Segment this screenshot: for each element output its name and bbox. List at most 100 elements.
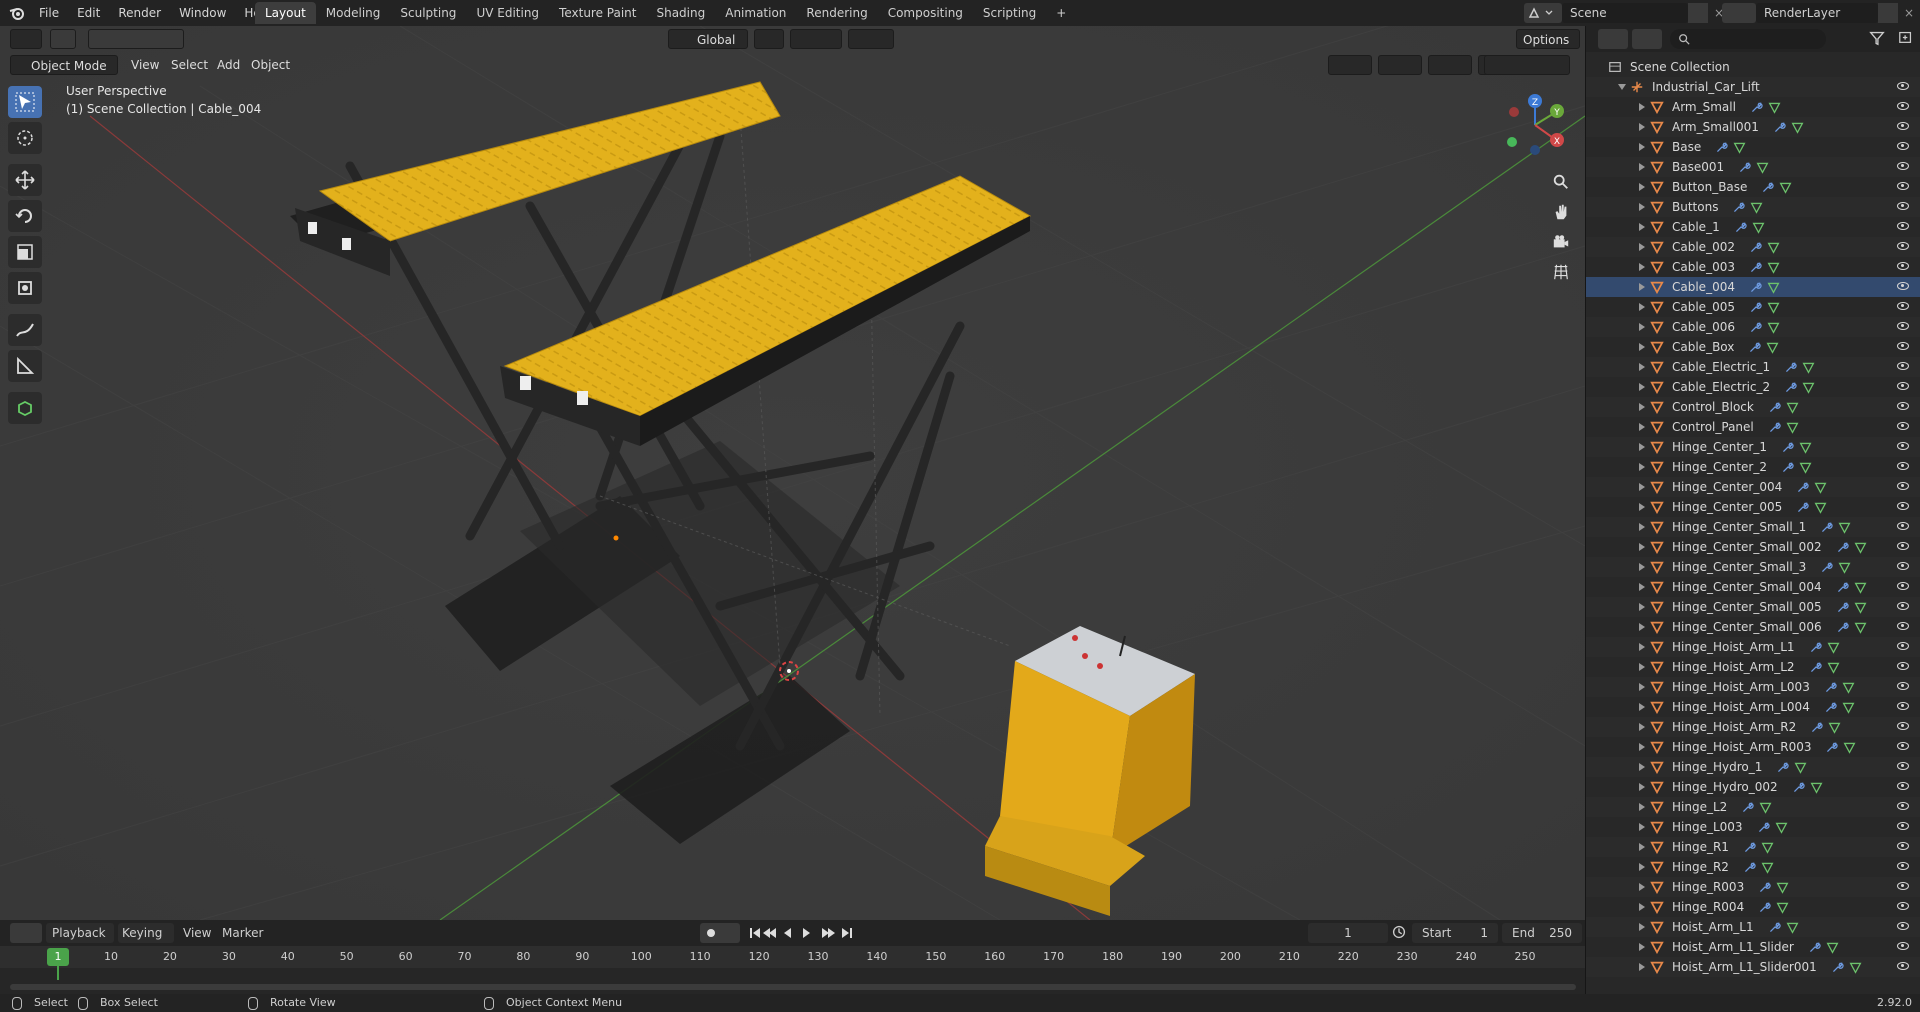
3d-viewport[interactable]: Global Options Object Mode View Select A… — [0, 26, 1585, 920]
visibility-eye-icon[interactable] — [1897, 622, 1909, 630]
shading-mode-buttons[interactable] — [1484, 55, 1570, 75]
outliner-item-row[interactable]: Hinge_L003 — [1586, 817, 1920, 837]
navigation-gizmo[interactable]: Z Y X — [1500, 90, 1570, 160]
expand-arrow-icon[interactable] — [1639, 223, 1645, 231]
modifier-wrench-icon[interactable] — [1792, 781, 1805, 794]
modifier-wrench-icon[interactable] — [1768, 421, 1781, 434]
expand-arrow-icon[interactable] — [1639, 523, 1645, 531]
visibility-eye-icon[interactable] — [1897, 902, 1909, 910]
mesh-data-icon[interactable] — [1775, 821, 1788, 834]
menu-add[interactable]: Add — [217, 55, 240, 75]
expand-arrow-icon[interactable] — [1639, 663, 1645, 671]
mesh-data-icon[interactable] — [1843, 741, 1856, 754]
tab-sculpting[interactable]: Sculpting — [390, 2, 466, 24]
mesh-data-icon[interactable] — [1842, 681, 1855, 694]
mesh-data-icon[interactable] — [1759, 801, 1772, 814]
modifier-wrench-icon[interactable] — [1750, 101, 1763, 114]
visibility-eye-icon[interactable] — [1897, 502, 1909, 510]
proportional-edit-toggle[interactable] — [848, 29, 894, 49]
outliner-item-row[interactable]: Hinge_L2 — [1586, 797, 1920, 817]
visibility-eye-icon[interactable] — [1897, 602, 1909, 610]
visibility-eye-icon[interactable] — [1897, 182, 1909, 190]
outliner-item-row[interactable]: Hinge_Hoist_Arm_R2 — [1586, 717, 1920, 737]
visibility-eye-icon[interactable] — [1897, 322, 1909, 330]
visibility-eye-icon[interactable] — [1897, 862, 1909, 870]
modifier-wrench-icon[interactable] — [1761, 181, 1775, 194]
modifier-wrench-icon[interactable] — [1836, 581, 1849, 594]
tab-animation[interactable]: Animation — [715, 2, 796, 24]
menu-window[interactable]: Window — [170, 0, 235, 26]
options-dropdown[interactable]: Options — [1516, 29, 1580, 49]
visibility-eye-icon[interactable] — [1897, 722, 1909, 730]
outliner-item-row[interactable]: Hinge_Hoist_Arm_L003 — [1586, 677, 1920, 697]
playback-dropdown[interactable]: Playback — [46, 923, 114, 943]
mesh-data-icon[interactable] — [1842, 701, 1855, 714]
tab-compositing[interactable]: Compositing — [878, 2, 973, 24]
timeline-area[interactable]: 1102030405060708090100110120130140150160… — [0, 946, 1585, 994]
outliner-item-row[interactable]: Hoist_Arm_L1_Slider — [1586, 937, 1920, 957]
modifier-wrench-icon[interactable] — [1749, 321, 1762, 334]
outliner-item-row[interactable]: Hinge_Hoist_Arm_L004 — [1586, 697, 1920, 717]
zoom-icon[interactable] — [1551, 172, 1571, 192]
display-mode-dropdown[interactable] — [1632, 29, 1662, 49]
visibility-eye-icon[interactable] — [1897, 742, 1909, 750]
outliner-item-row[interactable]: Hinge_Hoist_Arm_L1 — [1586, 637, 1920, 657]
expand-arrow-icon[interactable] — [1639, 443, 1645, 451]
mode-dropdown[interactable]: Object Mode — [10, 55, 118, 75]
mesh-data-icon[interactable] — [1854, 541, 1867, 554]
expand-arrow-icon[interactable] — [1639, 403, 1645, 411]
new-collection-icon[interactable] — [1898, 29, 1916, 49]
visibility-eye-icon[interactable] — [1897, 362, 1909, 370]
modifier-wrench-icon[interactable] — [1808, 941, 1821, 954]
mesh-data-icon[interactable] — [1767, 241, 1780, 254]
visibility-eye-icon[interactable] — [1897, 202, 1909, 210]
outliner-item-row[interactable]: Cable_004 — [1586, 277, 1920, 297]
outliner-item-row[interactable]: Arm_Small — [1586, 97, 1920, 117]
visibility-eye-icon[interactable] — [1897, 522, 1909, 530]
expand-arrow-icon[interactable] — [1639, 583, 1645, 591]
outliner-item-row[interactable]: Buttons — [1586, 197, 1920, 217]
tab-uv-editing[interactable]: UV Editing — [466, 2, 549, 24]
mesh-data-icon[interactable] — [1799, 441, 1812, 454]
expand-arrow-icon[interactable] — [1618, 84, 1626, 90]
menu-render[interactable]: Render — [109, 0, 170, 26]
outliner-item-row[interactable]: Cable_1 — [1586, 217, 1920, 237]
outliner-item-row[interactable]: Hinge_Center_1 — [1586, 437, 1920, 457]
expand-arrow-icon[interactable] — [1639, 623, 1645, 631]
selection-mode-buttons[interactable] — [88, 29, 184, 49]
mesh-data-icon[interactable] — [1849, 961, 1862, 974]
modifier-wrench-icon[interactable] — [1758, 901, 1771, 914]
menu-select[interactable]: Select — [171, 55, 208, 75]
timeline-menu-view[interactable]: View — [183, 923, 211, 943]
outliner-root-row[interactable]: Scene Collection — [1586, 57, 1920, 77]
outliner-item-row[interactable]: Hoist_Arm_L1 — [1586, 917, 1920, 937]
outliner-item-row[interactable]: Hinge_Center_Small_1 — [1586, 517, 1920, 537]
outliner-item-row[interactable]: Hinge_Center_004 — [1586, 477, 1920, 497]
modifier-wrench-icon[interactable] — [1836, 541, 1849, 554]
cursor-tool-icon[interactable] — [8, 122, 42, 154]
expand-arrow-icon[interactable] — [1639, 363, 1645, 371]
view-layer-icon[interactable] — [1722, 3, 1756, 23]
modifier-wrench-icon[interactable] — [1734, 221, 1747, 234]
outliner-item-row[interactable]: Hinge_R2 — [1586, 857, 1920, 877]
playback-controls[interactable] — [746, 923, 862, 943]
expand-arrow-icon[interactable] — [1639, 723, 1645, 731]
expand-arrow-icon[interactable] — [1639, 883, 1645, 891]
outliner-item-row[interactable]: Hinge_Center_Small_3 — [1586, 557, 1920, 577]
modifier-wrench-icon[interactable] — [1773, 121, 1786, 134]
move-tool-icon[interactable] — [8, 164, 42, 196]
mesh-data-icon[interactable] — [1802, 361, 1815, 374]
tab-layout[interactable]: Layout — [255, 2, 316, 24]
expand-arrow-icon[interactable] — [1639, 243, 1645, 251]
mesh-data-icon[interactable] — [1814, 501, 1827, 514]
outliner-item-row[interactable]: Cable_003 — [1586, 257, 1920, 277]
modifier-wrench-icon[interactable] — [1784, 381, 1797, 394]
visibility-eye-icon[interactable] — [1897, 962, 1909, 970]
filter-icon[interactable] — [1868, 29, 1898, 49]
outliner-item-row[interactable]: Hinge_R004 — [1586, 897, 1920, 917]
visibility-eye-icon[interactable] — [1897, 542, 1909, 550]
mesh-data-icon[interactable] — [1752, 221, 1765, 234]
modifier-wrench-icon[interactable] — [1743, 861, 1756, 874]
outliner-item-row[interactable]: Control_Panel — [1586, 417, 1920, 437]
expand-arrow-icon[interactable] — [1639, 963, 1645, 971]
